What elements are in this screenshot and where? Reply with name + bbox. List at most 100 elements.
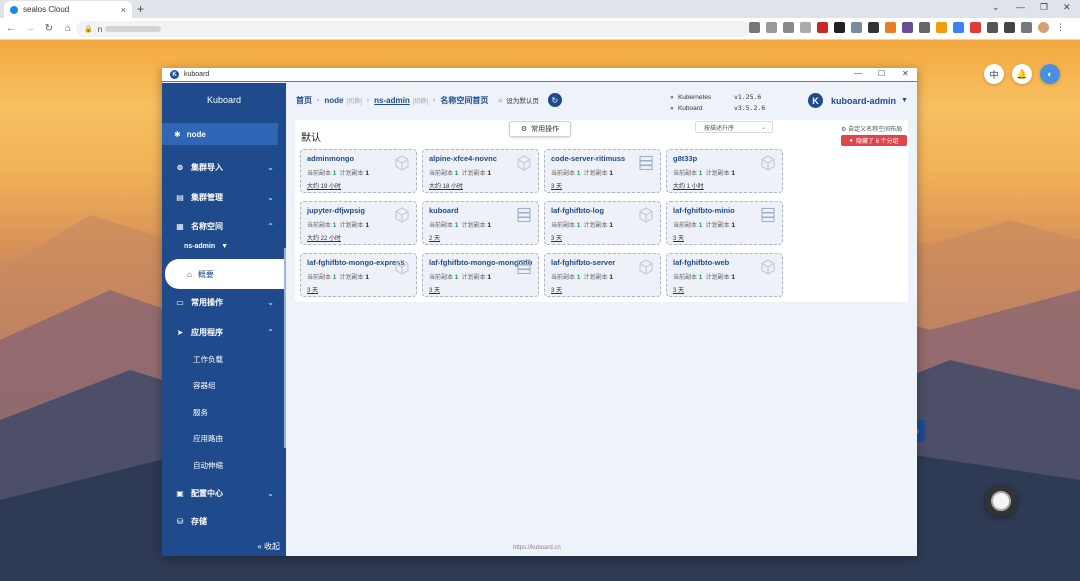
- extension-dot-icon[interactable]: [970, 22, 981, 33]
- sidebar-item-cluster-import[interactable]: ⊜ 集群导入 ⌄: [162, 158, 286, 176]
- window-close-icon[interactable]: ✕: [902, 69, 909, 78]
- sidebar-item-overview[interactable]: ⌂ 概要: [165, 259, 284, 289]
- metamask-icon[interactable]: [936, 22, 947, 33]
- restore-icon[interactable]: ❐: [1040, 2, 1048, 13]
- reload-icon[interactable]: ↻: [41, 23, 57, 34]
- workload-card[interactable]: alpine-xfce4-novnc 当前副本 1 计划副本 1 大约 18 小时: [422, 149, 539, 193]
- sidebar-item-config-center[interactable]: ▣ 配置中心 ⌄: [162, 484, 286, 502]
- breadcrumb-node[interactable]: node: [324, 96, 343, 105]
- workload-card[interactable]: laf-fghifbto-mongo-express 当前副本 1 计划副本 13…: [300, 253, 417, 297]
- workload-age: 3 天: [551, 236, 563, 242]
- deployment-cube-icon: [394, 207, 410, 223]
- sidebar-item-node[interactable]: ✱ node: [162, 123, 278, 145]
- sidebar-subitem-pods[interactable]: 容器组: [193, 380, 216, 391]
- workload-age: 3 天: [673, 236, 685, 242]
- extension-dark-icon[interactable]: [834, 22, 845, 33]
- extension-x-icon[interactable]: [919, 22, 930, 33]
- profile-avatar[interactable]: [1038, 22, 1049, 33]
- close-window-icon[interactable]: ✕: [1063, 2, 1071, 13]
- workload-card[interactable]: laf-fghifbto-minio 当前副本 1 计划副本 13 天: [666, 201, 783, 245]
- extension-red-icon[interactable]: [817, 22, 828, 33]
- extension-v-icon[interactable]: [851, 22, 862, 33]
- extension-g-icon[interactable]: [868, 22, 879, 33]
- workload-card[interactable]: adminmongo 当前副本 1 计划副本 1 大约 19 小时: [300, 149, 417, 193]
- workload-card[interactable]: laf-fghifbto-log 当前副本 1 计划副本 13 天: [544, 201, 661, 245]
- breadcrumb-separator-icon: ›: [366, 96, 370, 104]
- sidebar-subitem-services[interactable]: 服务: [193, 407, 208, 418]
- deployment-cube-icon: [760, 259, 776, 275]
- star-icon[interactable]: [800, 22, 811, 33]
- hidden-groups-badge[interactable]: ● 隐藏了 6 个分组: [841, 135, 907, 146]
- google-lens-icon[interactable]: [766, 22, 777, 33]
- sidebar-subitem-autoscale[interactable]: 自动伸缩: [193, 460, 223, 471]
- back-icon[interactable]: ←: [3, 23, 19, 34]
- user-avatar[interactable]: ◐: [1040, 64, 1060, 84]
- breadcrumb-home[interactable]: 首页: [296, 95, 312, 106]
- bullet-icon: ●: [670, 105, 674, 112]
- sort-select[interactable]: 按描述升序 ⌄: [695, 121, 773, 133]
- workload-card[interactable]: laf-fghifbto-server 当前副本 1 计划副本 13 天: [544, 253, 661, 297]
- workload-age: 3 天: [673, 288, 685, 294]
- browser-tab[interactable]: sealos Cloud ×: [4, 1, 132, 18]
- sidebar-item-cluster-manage[interactable]: ▤ 集群管理 ⌄: [162, 188, 286, 206]
- breadcrumb-switch[interactable]: [切换]: [346, 96, 361, 105]
- extension-purple-icon[interactable]: [902, 22, 913, 33]
- workload-card[interactable]: g8t33p 当前副本 1 计划副本 1 大约 1 小时: [666, 149, 783, 193]
- extension-play-icon[interactable]: [987, 22, 998, 33]
- sidebar-item-common-ops[interactable]: ▭ 常用操作 ⌄: [162, 293, 286, 311]
- window-minimize-icon[interactable]: —: [854, 69, 862, 78]
- sidebar-collapse-button[interactable]: « 收起: [257, 541, 280, 552]
- current-replica-value: 1: [576, 222, 581, 229]
- home-icon: ⌂: [498, 96, 503, 104]
- breadcrumb-switch[interactable]: [切换]: [413, 96, 428, 105]
- refresh-button[interactable]: ↻: [547, 93, 562, 107]
- planned-replica-value: 1: [365, 170, 369, 177]
- user-menu[interactable]: K kuboard-admin ▼: [808, 93, 908, 108]
- current-replica-value: 1: [332, 222, 337, 229]
- language-button[interactable]: 中: [984, 64, 1004, 84]
- common-ops-button[interactable]: ⚙ 常用操作: [509, 121, 571, 137]
- import-icon: ⊜: [176, 162, 184, 172]
- breadcrumb-namespace[interactable]: ns-admin: [374, 96, 410, 105]
- planned-replica-label: 计划副本: [461, 275, 486, 281]
- common-ops-label: 常用操作: [531, 126, 560, 133]
- namespace-current: ns-admin: [184, 243, 216, 250]
- window-title: kuboard: [184, 71, 210, 78]
- minimize-icon[interactable]: —: [1016, 2, 1025, 12]
- workload-card[interactable]: jupyter-dfjwpsig 当前副本 1 计划副本 1 大约 22 小时: [300, 201, 417, 245]
- namespace-switcher[interactable]: ns-admin ▼: [184, 243, 228, 250]
- sidebar-subitem-ingress[interactable]: 应用路由: [193, 433, 223, 444]
- set-default-page-button[interactable]: ⌂ 设为默认页: [498, 95, 538, 106]
- sidebar-scrollbar[interactable]: [284, 248, 286, 448]
- extension-orange-icon[interactable]: [885, 22, 896, 33]
- eye-off-icon: ●: [849, 137, 853, 144]
- key-icon[interactable]: [749, 22, 760, 33]
- footer-url[interactable]: https://kuboard.cn: [513, 545, 561, 551]
- tab-close-icon[interactable]: ×: [121, 5, 126, 15]
- new-tab-button[interactable]: +: [137, 2, 144, 16]
- briefcase-icon: ▣: [176, 488, 184, 498]
- workload-card[interactable]: laf-fghifbto-web 当前副本 1 计划副本 13 天: [666, 253, 783, 297]
- sidebar-item-storage[interactable]: ⛁ 存储: [162, 512, 286, 530]
- stateful-stack-icon: [516, 207, 532, 223]
- workload-card[interactable]: kuboard 当前副本 1 计划副本 12 天: [422, 201, 539, 245]
- share-icon[interactable]: [783, 22, 794, 33]
- forward-icon[interactable]: →: [22, 23, 38, 34]
- chevron-down-icon[interactable]: ⌄: [992, 2, 1000, 13]
- address-bar[interactable]: 🔒 n: [76, 21, 750, 37]
- extensions-puzzle-icon[interactable]: [1004, 22, 1015, 33]
- menu-kebab-icon[interactable]: ⋮: [1055, 22, 1066, 33]
- deployment-cube-icon: [638, 259, 654, 275]
- sidebar-subitem-workloads[interactable]: 工作负载: [193, 354, 223, 365]
- home-icon[interactable]: ⌂: [60, 23, 76, 34]
- sidebar-item-namespace[interactable]: ▦ 名称空间 ⌃: [162, 217, 286, 235]
- workload-card[interactable]: laf-fghifbto-mongo-mongodb 当前副本 1 计划副本 13…: [422, 253, 539, 297]
- sidebar-item-applications[interactable]: ➤ 应用程序 ⌃: [162, 323, 286, 341]
- window-maximize-icon[interactable]: ☐: [878, 69, 885, 78]
- extension-blue-icon[interactable]: [953, 22, 964, 33]
- sidepanel-icon[interactable]: [1021, 22, 1032, 33]
- workload-card[interactable]: code-server-ritimuss 当前副本 1 计划副本 13 天: [544, 149, 661, 193]
- custom-layout-link[interactable]: ⚙ 自定义名称空间布局: [841, 124, 902, 133]
- floating-assist-button[interactable]: [985, 485, 1017, 517]
- notification-bell-icon[interactable]: 🔔: [1012, 64, 1032, 84]
